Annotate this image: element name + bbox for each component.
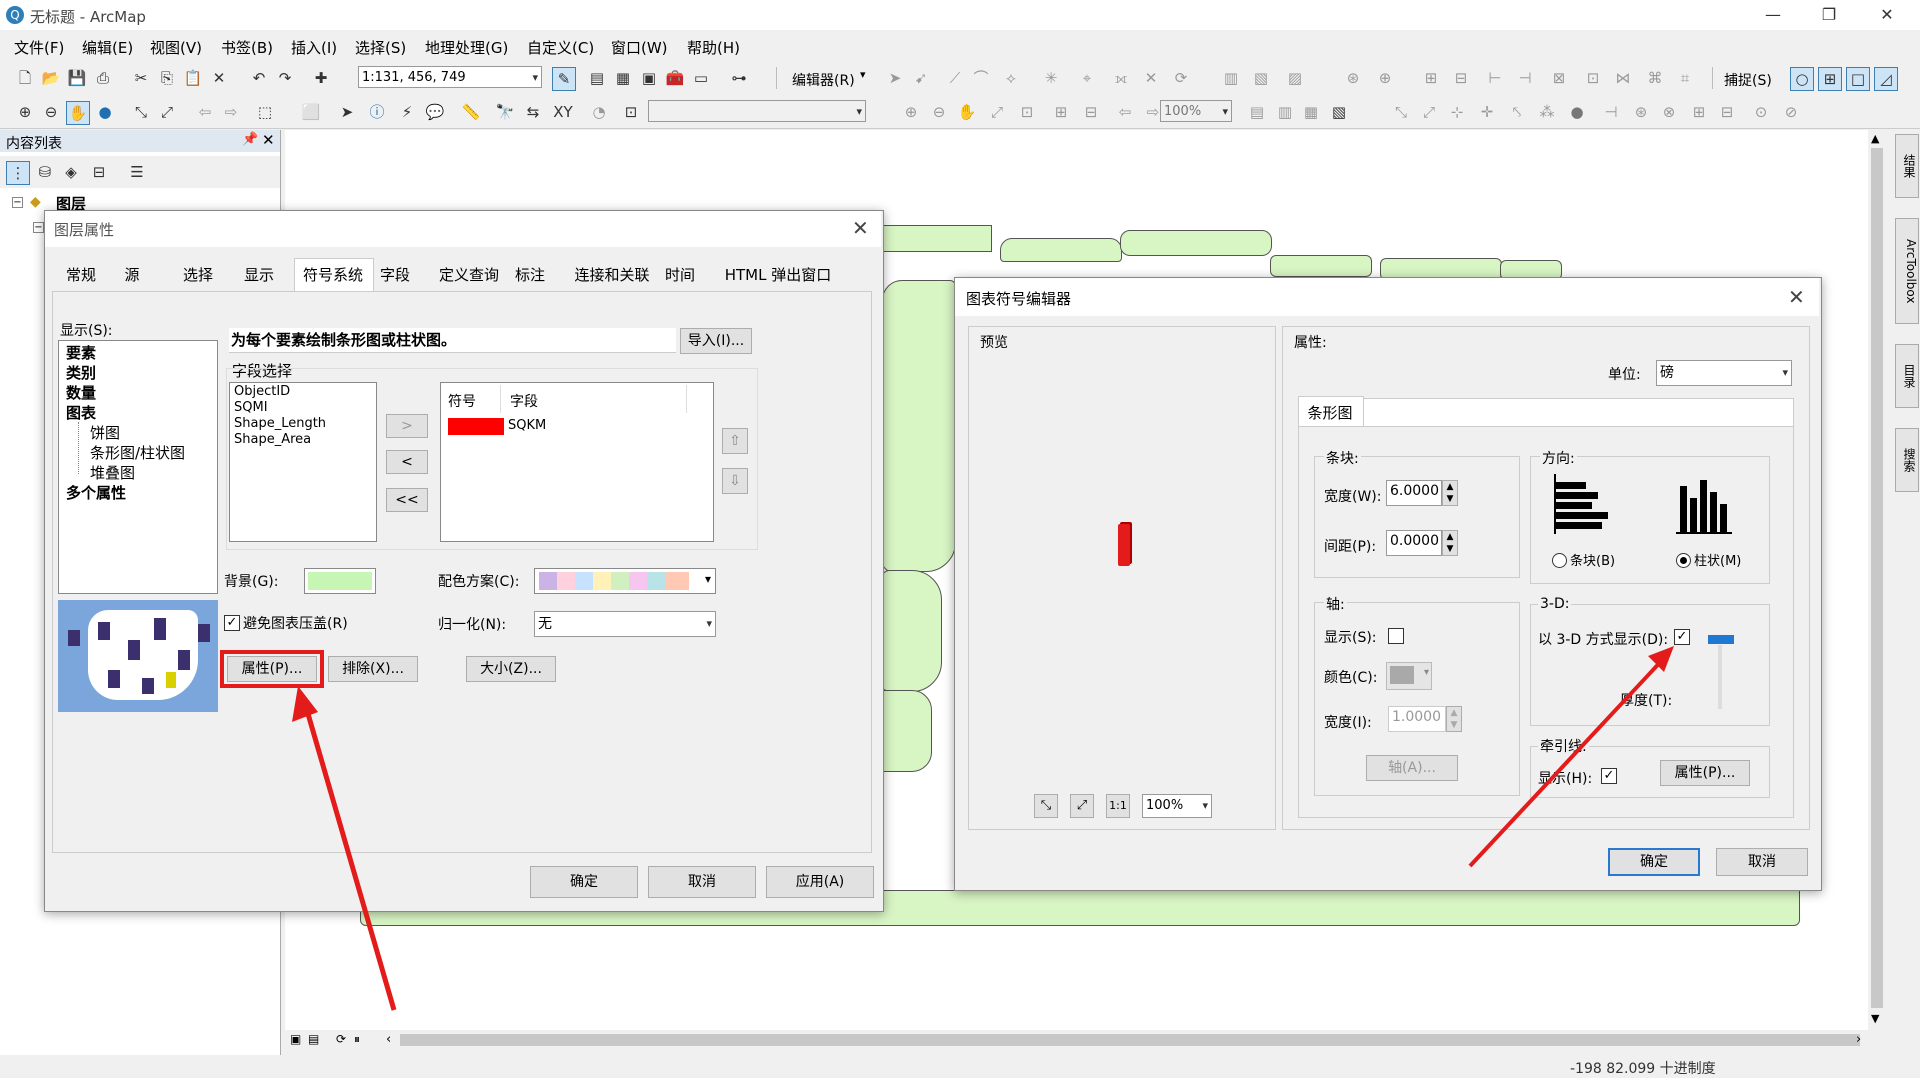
- annotation-arrow-line: [301, 699, 397, 1011]
- annotation-arrowhead: [292, 686, 318, 722]
- annotation-arrow-line: [1468, 654, 1668, 868]
- annotation-arrowhead: [1648, 646, 1674, 672]
- annotation-arrows: [292, 646, 1674, 1011]
